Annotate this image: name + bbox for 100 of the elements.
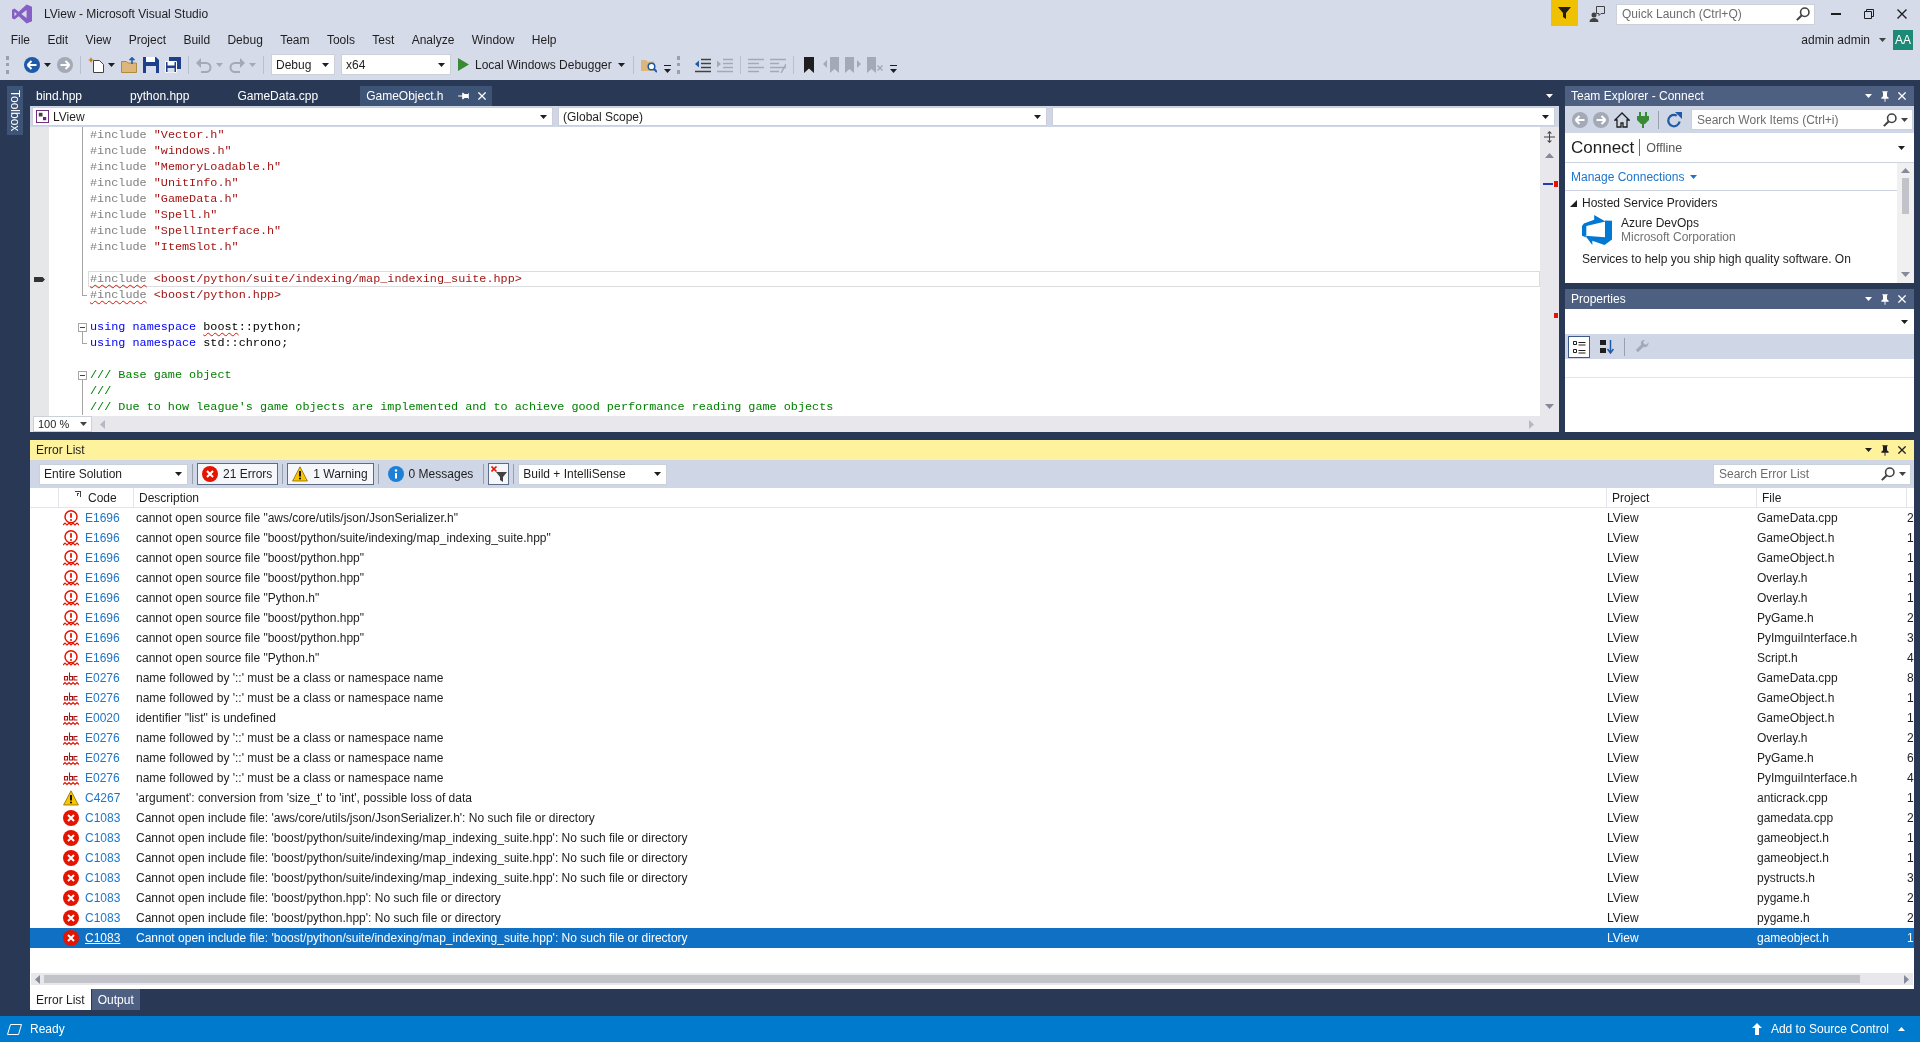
menu-item[interactable]: Build: [174, 30, 219, 50]
scope-dropdown[interactable]: (Global Scope): [558, 107, 1047, 126]
error-code-link[interactable]: E1696: [85, 531, 120, 545]
table-row[interactable]: C1083 Cannot open include file: 'aws/core/utils/json/JsonSerializer.h': No such file or directory LView gamedata.cpp 2: [30, 808, 1914, 828]
error-code-link[interactable]: E1696: [85, 511, 120, 525]
provider-name[interactable]: Azure DevOps: [1621, 216, 1736, 230]
error-code-link[interactable]: C1083: [85, 931, 121, 945]
caret-icon[interactable]: [1865, 297, 1872, 301]
messages-filter-button[interactable]: 0 Messages: [382, 463, 480, 485]
table-row[interactable]: E0276 name followed by '::' must be a class or namespace name LView Overlay.h 2: [30, 728, 1914, 748]
error-code-link[interactable]: E1696: [85, 571, 120, 585]
platform-dropdown[interactable]: x64: [341, 54, 451, 75]
table-row[interactable]: E1696 cannot open source file "boost/python.hpp" LView Overlay.h 1: [30, 568, 1914, 588]
horizontal-scrollbar[interactable]: [31, 973, 1913, 985]
person-bubble-icon[interactable]: [1589, 6, 1605, 22]
project-dropdown[interactable]: LView: [32, 107, 553, 126]
error-code-link[interactable]: E1696: [85, 651, 120, 665]
error-code-link[interactable]: E1696: [85, 631, 120, 645]
menu-item[interactable]: Help: [523, 30, 566, 50]
error-code-link[interactable]: C4267: [85, 791, 121, 805]
table-row[interactable]: C4267 'argument': conversion from 'size_t' to 'int', possible loss of data LView anticrack.cpp 1: [30, 788, 1914, 808]
split-handle-icon[interactable]: [1544, 131, 1555, 143]
left-arrow-icon[interactable]: [35, 974, 40, 984]
caret-icon[interactable]: [1865, 94, 1872, 98]
error-code-link[interactable]: C1083: [85, 811, 121, 825]
caret-icon[interactable]: [1546, 94, 1553, 98]
table-row[interactable]: E1696 cannot open source file "Python.h" LView Script.h 4: [30, 648, 1914, 668]
error-code-link[interactable]: E0276: [85, 771, 120, 785]
menu-item[interactable]: Tools: [318, 30, 364, 50]
error-code-link[interactable]: E1696: [85, 591, 120, 605]
overflow-caret-icon[interactable]: [663, 64, 671, 74]
table-row[interactable]: E0276 name followed by '::' must be a class or namespace name LView GameObject.h 1: [30, 688, 1914, 708]
table-row[interactable]: E1696 cannot open source file "boost/python/suite/indexing/map_indexing_suite.hpp" LView GameObject.h 1: [30, 528, 1914, 548]
tab[interactable]: bind.hpp: [30, 86, 125, 106]
errors-filter-button[interactable]: 21 Errors: [197, 463, 279, 485]
tab[interactable]: GameObject.h: [360, 86, 492, 106]
table-row[interactable]: E0276 name followed by '::' must be a class or namespace name LView GameData.cpp 8: [30, 668, 1914, 688]
menu-item[interactable]: File: [2, 30, 39, 50]
source-control-button[interactable]: Add to Source Control: [1770, 1022, 1905, 1036]
expander-triangle-icon[interactable]: [1570, 199, 1577, 207]
toolbox-tab[interactable]: Toolbox: [7, 86, 23, 136]
table-row[interactable]: C1083 Cannot open include file: 'boost/python/suite/indexing/map_indexing_suite.hpp': No such file or directory LView gameobject.h 1: [30, 828, 1914, 848]
tab[interactable]: GameData.cpp: [231, 86, 361, 106]
error-code-link[interactable]: E0276: [85, 671, 120, 685]
table-row[interactable]: E0020 identifier "list" is undefined LView GameObject.h 1: [30, 708, 1914, 728]
caret-icon[interactable]: [1879, 38, 1886, 42]
collapse-icon[interactable]: [78, 322, 87, 332]
table-row[interactable]: C1083 Cannot open include file: 'boost/python/suite/indexing/map_indexing_suite.hpp': No such file or directory LView pystructs.h 3: [30, 868, 1914, 888]
column-header[interactable]: Code: [83, 488, 133, 507]
back-arrow-icon[interactable]: [24, 56, 40, 73]
error-code-link[interactable]: C1083: [85, 871, 121, 885]
column-options-icon[interactable]: [75, 491, 81, 497]
table-row[interactable]: E1696 cannot open source file "boost/python.hpp" LView PyImguiInterface.h 3: [30, 628, 1914, 648]
zoom-dropdown[interactable]: 100 %: [33, 416, 92, 432]
refresh-icon[interactable]: [1666, 111, 1682, 128]
restore-icon[interactable]: [1864, 9, 1874, 19]
provider-logo-icon[interactable]: [1582, 215, 1612, 245]
down-arrow-icon[interactable]: [1901, 272, 1910, 277]
caret-icon[interactable]: [108, 62, 115, 67]
account-name[interactable]: admin admin: [1801, 33, 1870, 47]
warnings-filter-button[interactable]: 1 Warning: [287, 463, 374, 485]
table-row[interactable]: C1083 Cannot open include file: 'boost/python.hpp': No such file or directory LView pygame.h 2: [30, 908, 1914, 928]
menu-item[interactable]: Debug: [218, 30, 272, 50]
table-row[interactable]: E0276 name followed by '::' must be a class or namespace name LView PyImguiInterface.h 4: [30, 768, 1914, 788]
column-header[interactable]: File: [1756, 488, 1906, 507]
overflow-caret-icon[interactable]: [889, 64, 897, 74]
configuration-dropdown[interactable]: Debug: [271, 54, 335, 75]
menu-item[interactable]: View: [76, 30, 120, 50]
caret-icon[interactable]: [1898, 145, 1905, 150]
menu-item[interactable]: Test: [363, 30, 403, 50]
menu-item[interactable]: Edit: [38, 30, 77, 50]
column-header[interactable]: Project: [1606, 488, 1756, 507]
manage-connections-link[interactable]: Manage Connections: [1571, 169, 1685, 184]
indent-lines-icon[interactable]: [694, 56, 711, 73]
error-code-link[interactable]: E0276: [85, 731, 120, 745]
pin-icon[interactable]: [1881, 293, 1889, 305]
close-icon[interactable]: [1897, 9, 1907, 19]
search-field[interactable]: Search Error List: [1713, 463, 1911, 485]
home-icon[interactable]: [1614, 111, 1630, 128]
clear-filter-button[interactable]: [488, 463, 510, 485]
scope-dropdown[interactable]: Entire Solution: [39, 463, 188, 485]
menu-item[interactable]: Window: [463, 30, 524, 50]
caret-icon[interactable]: [44, 62, 51, 67]
table-row[interactable]: E1696 cannot open source file "boost/python.hpp" LView PyGame.h 2: [30, 608, 1914, 628]
vertical-scrollbar[interactable]: [1540, 127, 1559, 416]
vertical-scrollbar[interactable]: [1897, 163, 1914, 283]
column-header[interactable]: Description: [133, 488, 1606, 507]
error-code-link[interactable]: E0276: [85, 691, 120, 705]
scrollbar-thumb[interactable]: [44, 975, 1860, 983]
folder-icon[interactable]: [121, 56, 137, 73]
up-arrow-icon[interactable]: [1545, 153, 1554, 158]
error-code-link[interactable]: C1083: [85, 851, 121, 865]
close-icon[interactable]: [1898, 446, 1906, 454]
error-code-link[interactable]: E0276: [85, 751, 120, 765]
table-row[interactable]: E1696 cannot open source file "aws/core/utils/json/JsonSerializer.h" LView GameData.cpp 2: [30, 508, 1914, 528]
collapse-icon[interactable]: [78, 370, 87, 380]
caret-icon[interactable]: [1865, 448, 1872, 452]
pin-icon[interactable]: [1881, 444, 1889, 456]
tab[interactable]: Output: [91, 989, 140, 1010]
user-avatar[interactable]: AA: [1893, 30, 1913, 50]
